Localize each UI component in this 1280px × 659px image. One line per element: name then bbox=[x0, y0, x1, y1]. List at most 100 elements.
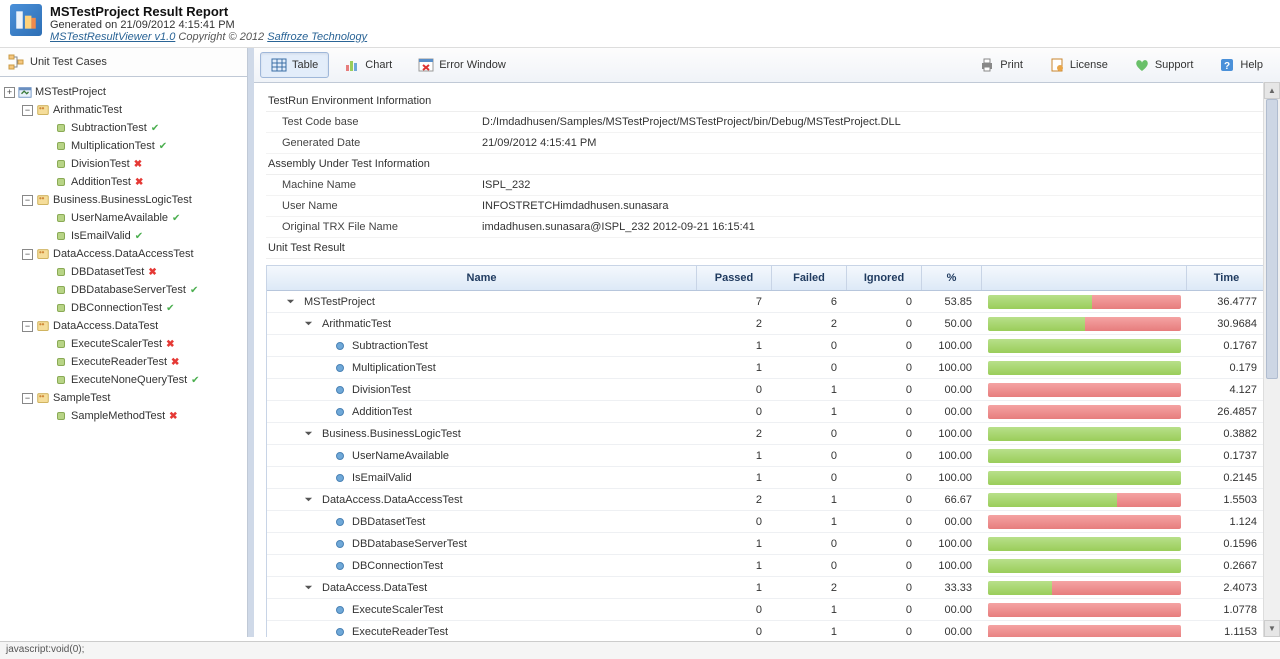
help-button[interactable]: ? Help bbox=[1208, 52, 1274, 78]
col-ignored[interactable]: Ignored bbox=[847, 266, 922, 290]
progress-bar bbox=[988, 361, 1181, 375]
row-time: 0.2667 bbox=[1187, 557, 1267, 575]
grid-row[interactable]: IsEmailValid100100.000.2145 bbox=[267, 467, 1267, 489]
tree-node-executenonequerytest[interactable]: ExecuteNoneQueryTest✔ bbox=[4, 371, 243, 389]
app-version-link[interactable]: MSTestResultViewer v1.0 bbox=[50, 31, 175, 43]
row-passed: 0 bbox=[697, 403, 772, 421]
tree-node-multiplicationtest[interactable]: MultiplicationTest✔ bbox=[4, 137, 243, 155]
tree-node-samplemethodtest[interactable]: SampleMethodTest✖ bbox=[4, 407, 243, 425]
grid-row[interactable]: ExecuteReaderTest01000.001.1153 bbox=[267, 621, 1267, 637]
print-button[interactable]: Print bbox=[968, 52, 1034, 78]
col-name[interactable]: Name bbox=[267, 266, 697, 290]
row-failed: 0 bbox=[772, 557, 847, 575]
tree-node-subtractiontest[interactable]: SubtractionTest✔ bbox=[4, 119, 243, 137]
row-toggle[interactable] bbox=[303, 318, 314, 329]
grid-row[interactable]: Business.BusinessLogicTest200100.000.388… bbox=[267, 423, 1267, 445]
grid-row[interactable]: SubtractionTest100100.000.1767 bbox=[267, 335, 1267, 357]
tree-node-dataaccess-datatest[interactable]: −DataAccess.DataTest bbox=[4, 317, 243, 335]
info-label: User Name bbox=[282, 200, 482, 212]
col-failed[interactable]: Failed bbox=[772, 266, 847, 290]
row-ignored: 0 bbox=[847, 337, 922, 355]
toolbar: Table Chart Error Window Print bbox=[254, 48, 1280, 83]
tree-toggle[interactable]: + bbox=[4, 87, 15, 98]
progress-bar bbox=[988, 317, 1181, 331]
license-icon bbox=[1049, 57, 1065, 73]
progress-bar bbox=[988, 603, 1181, 617]
row-toggle[interactable] bbox=[303, 494, 314, 505]
row-passed: 1 bbox=[697, 447, 772, 465]
progress-bar bbox=[988, 449, 1181, 463]
tree-node-executescalertest[interactable]: ExecuteScalerTest✖ bbox=[4, 335, 243, 353]
project-icon bbox=[17, 84, 33, 100]
error-window-button[interactable]: Error Window bbox=[407, 52, 517, 78]
grid-row[interactable]: DBDatabaseServerTest100100.000.1596 bbox=[267, 533, 1267, 555]
row-name: ExecuteScalerTest bbox=[352, 604, 443, 616]
assembly-row: User NameINFOSTRETCHimdadhusen.sunasara bbox=[266, 196, 1268, 217]
tree-toggle[interactable]: − bbox=[22, 195, 33, 206]
tree-node-arithmatictest[interactable]: −ArithmaticTest bbox=[4, 101, 243, 119]
method-dot-icon bbox=[336, 606, 344, 614]
tree-node-divisiontest[interactable]: DivisionTest✖ bbox=[4, 155, 243, 173]
svg-text:?: ? bbox=[1224, 61, 1230, 72]
method-icon bbox=[53, 336, 69, 352]
tree-node-business-businesslogictest[interactable]: −Business.BusinessLogicTest bbox=[4, 191, 243, 209]
license-button[interactable]: License bbox=[1038, 52, 1119, 78]
tree-toggle[interactable]: − bbox=[22, 249, 33, 260]
grid-row[interactable]: DivisionTest01000.004.127 bbox=[267, 379, 1267, 401]
grid-row[interactable]: DBConnectionTest100100.000.2667 bbox=[267, 555, 1267, 577]
tree-view[interactable]: +MSTestProject−ArithmaticTestSubtraction… bbox=[0, 77, 247, 637]
generated-label: Generated on 21/09/2012 4:15:41 PM bbox=[50, 19, 1270, 31]
col-time[interactable]: Time bbox=[1187, 266, 1267, 290]
row-name: DataAccess.DataTest bbox=[322, 582, 427, 594]
content-panel: Table Chart Error Window Print bbox=[254, 48, 1280, 637]
grid-row[interactable]: ExecuteScalerTest01000.001.0778 bbox=[267, 599, 1267, 621]
row-percent: 100.00 bbox=[922, 425, 982, 443]
row-toggle[interactable] bbox=[303, 582, 314, 593]
tree-node-sampletest[interactable]: −SampleTest bbox=[4, 389, 243, 407]
row-toggle[interactable] bbox=[285, 296, 296, 307]
tree-node-additiontest[interactable]: AdditionTest✖ bbox=[4, 173, 243, 191]
row-percent: 100.00 bbox=[922, 469, 982, 487]
class-icon bbox=[35, 246, 51, 262]
tree-node-isemailvalid[interactable]: IsEmailValid✔ bbox=[4, 227, 243, 245]
tree-node-dataaccess-dataaccesstest[interactable]: −DataAccess.DataAccessTest bbox=[4, 245, 243, 263]
pass-icon: ✔ bbox=[151, 123, 159, 134]
row-toggle[interactable] bbox=[303, 428, 314, 439]
row-percent: 00.00 bbox=[922, 623, 982, 638]
tree-toggle[interactable]: − bbox=[22, 321, 33, 332]
tree-node-dbdatabaseservertest[interactable]: DBDatabaseServerTest✔ bbox=[4, 281, 243, 299]
grid-row[interactable]: MultiplicationTest100100.000.179 bbox=[267, 357, 1267, 379]
fail-icon: ✖ bbox=[148, 267, 156, 278]
grid-row[interactable]: AdditionTest01000.0026.4857 bbox=[267, 401, 1267, 423]
grid-row[interactable]: DataAccess.DataTest12033.332.4073 bbox=[267, 577, 1267, 599]
tree-node-mstestproject[interactable]: +MSTestProject bbox=[4, 83, 243, 101]
grid-row[interactable]: UserNameAvailable100100.000.1737 bbox=[267, 445, 1267, 467]
grid-row[interactable]: DataAccess.DataAccessTest21066.671.5503 bbox=[267, 489, 1267, 511]
grid-row[interactable]: ArithmaticTest22050.0030.9684 bbox=[267, 313, 1267, 335]
grid-row[interactable]: MSTestProject76053.8536.4777 bbox=[267, 291, 1267, 313]
grid-row[interactable]: DBDatasetTest01000.001.124 bbox=[267, 511, 1267, 533]
tree-node-executereadertest[interactable]: ExecuteReaderTest✖ bbox=[4, 353, 243, 371]
tree-toggle[interactable]: − bbox=[22, 393, 33, 404]
row-percent: 100.00 bbox=[922, 535, 982, 553]
col-passed[interactable]: Passed bbox=[697, 266, 772, 290]
support-button[interactable]: Support bbox=[1123, 52, 1205, 78]
table-view-button[interactable]: Table bbox=[260, 52, 329, 78]
row-failed: 6 bbox=[772, 293, 847, 311]
tree-toggle[interactable]: − bbox=[22, 105, 33, 116]
chart-view-button[interactable]: Chart bbox=[333, 52, 403, 78]
col-percent[interactable]: % bbox=[922, 266, 982, 290]
row-time: 0.2145 bbox=[1187, 469, 1267, 487]
method-dot-icon bbox=[336, 518, 344, 526]
tree-node-usernameavailable[interactable]: UserNameAvailable✔ bbox=[4, 209, 243, 227]
tree-node-dbdatasettest[interactable]: DBDatasetTest✖ bbox=[4, 263, 243, 281]
scroll-down-button[interactable]: ▼ bbox=[1264, 620, 1280, 637]
tree-node-dbconnectiontest[interactable]: DBConnectionTest✔ bbox=[4, 299, 243, 317]
vertical-scrollbar[interactable]: ▲ ▼ bbox=[1263, 82, 1280, 637]
scroll-up-button[interactable]: ▲ bbox=[1264, 82, 1280, 99]
pass-icon: ✔ bbox=[166, 303, 174, 314]
method-icon bbox=[53, 408, 69, 424]
progress-bar bbox=[988, 471, 1181, 485]
scroll-thumb[interactable] bbox=[1266, 99, 1278, 379]
tech-link[interactable]: Saffroze Technology bbox=[267, 31, 367, 43]
